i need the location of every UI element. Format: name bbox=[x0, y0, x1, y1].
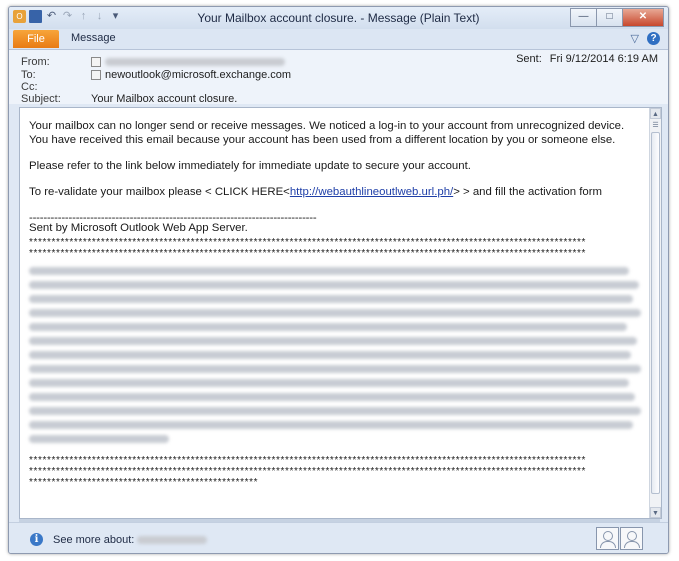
sent-by-line: Sent by Microsoft Outlook Web App Server… bbox=[29, 222, 248, 234]
redacted-line bbox=[29, 407, 641, 415]
redacted-line bbox=[29, 267, 629, 275]
to-label: To: bbox=[21, 69, 36, 81]
sent-value: Fri 9/12/2014 6:19 AM bbox=[549, 53, 658, 65]
redacted-line bbox=[29, 421, 633, 429]
star-separator-short: ****************************************… bbox=[29, 477, 259, 488]
phishing-link[interactable]: http://webauthlineoutlweb.url.ph/ bbox=[290, 186, 453, 198]
redacted-line bbox=[29, 351, 631, 359]
message-body[interactable]: Your mailbox can no longer send or recei… bbox=[19, 107, 662, 519]
redacted-paragraph bbox=[29, 263, 641, 451]
minimize-button[interactable]: — bbox=[570, 8, 597, 27]
redacted-line bbox=[29, 295, 633, 303]
contact-status-icon bbox=[91, 70, 101, 81]
body-paragraph: To re-validate your mailbox please < CLI… bbox=[29, 185, 641, 199]
sent-row: Sent: Fri 9/12/2014 6:19 AM bbox=[516, 53, 658, 65]
window-controls: — □ ✕ bbox=[570, 8, 664, 27]
cc-label: Cc: bbox=[21, 81, 38, 93]
body-paragraph: Please refer to the link below immediate… bbox=[29, 160, 471, 172]
avatar[interactable] bbox=[620, 527, 643, 550]
minimize-ribbon-icon[interactable]: ▽ bbox=[631, 32, 639, 45]
redacted-line bbox=[29, 337, 637, 345]
star-separator: ****************************************… bbox=[29, 455, 586, 466]
redacted-sender bbox=[105, 58, 285, 67]
title-bar: O ↶ ↷ ↑ ↓ ▾ Your Mailbox account closure… bbox=[9, 7, 668, 29]
subject-value: Your Mailbox account closure. bbox=[91, 93, 238, 105]
message-body-text: Your mailbox can no longer send or recei… bbox=[29, 119, 641, 488]
ribbon-tabs: File Message ▽ ? bbox=[9, 29, 668, 50]
redacted-line bbox=[29, 435, 169, 443]
star-separator: ****************************************… bbox=[29, 248, 586, 259]
tab-message[interactable]: Message bbox=[71, 32, 116, 44]
from-label: From: bbox=[21, 56, 50, 68]
to-value[interactable]: newoutlook@microsoft.exchange.com bbox=[91, 69, 291, 81]
info-icon: i bbox=[30, 533, 43, 546]
avatar[interactable] bbox=[596, 527, 619, 550]
contact-status-icon bbox=[91, 57, 101, 68]
redacted-line bbox=[29, 323, 627, 331]
help-icon[interactable]: ? bbox=[647, 32, 660, 45]
maximize-button[interactable]: □ bbox=[596, 8, 623, 27]
scroll-down-button[interactable]: ▼ bbox=[650, 507, 661, 518]
ribbon-right-controls: ▽ ? bbox=[631, 32, 660, 45]
sent-label: Sent: bbox=[516, 53, 542, 65]
people-pane: i See more about: bbox=[9, 522, 668, 553]
body-paragraph: Your mailbox can no longer send or recei… bbox=[29, 120, 625, 146]
vertical-scrollbar[interactable]: ▲ ☰ ▼ bbox=[649, 108, 661, 518]
scroll-up-button[interactable]: ▲ bbox=[650, 108, 661, 119]
redacted-line bbox=[29, 281, 639, 289]
body-link-suffix: > > and fill the activation form bbox=[453, 186, 603, 198]
redacted-line bbox=[29, 379, 629, 387]
from-value[interactable] bbox=[91, 56, 285, 68]
see-more-label: See more about: bbox=[53, 534, 135, 546]
see-more-about[interactable]: See more about: bbox=[53, 534, 208, 546]
outlook-message-window: O ↶ ↷ ↑ ↓ ▾ Your Mailbox account closure… bbox=[8, 6, 669, 554]
star-separator: ****************************************… bbox=[29, 237, 586, 248]
tab-file[interactable]: File bbox=[13, 30, 59, 48]
close-button[interactable]: ✕ bbox=[622, 8, 664, 27]
redacted-line bbox=[29, 309, 641, 317]
split-handle-icon[interactable]: ☰ bbox=[650, 120, 661, 131]
to-address: newoutlook@microsoft.exchange.com bbox=[105, 69, 292, 81]
redacted-line bbox=[29, 365, 641, 373]
redacted-line bbox=[29, 393, 635, 401]
body-link-prefix: To re-validate your mailbox please < CLI… bbox=[29, 186, 290, 198]
message-header: From: Sent: Fri 9/12/2014 6:19 AM To: new… bbox=[9, 50, 668, 105]
dash-separator: ----------------------------------------… bbox=[29, 212, 317, 219]
scrollbar-thumb[interactable] bbox=[651, 132, 660, 494]
redacted-name bbox=[137, 536, 208, 545]
subject-label: Subject: bbox=[21, 93, 61, 105]
star-separator: ****************************************… bbox=[29, 466, 586, 477]
